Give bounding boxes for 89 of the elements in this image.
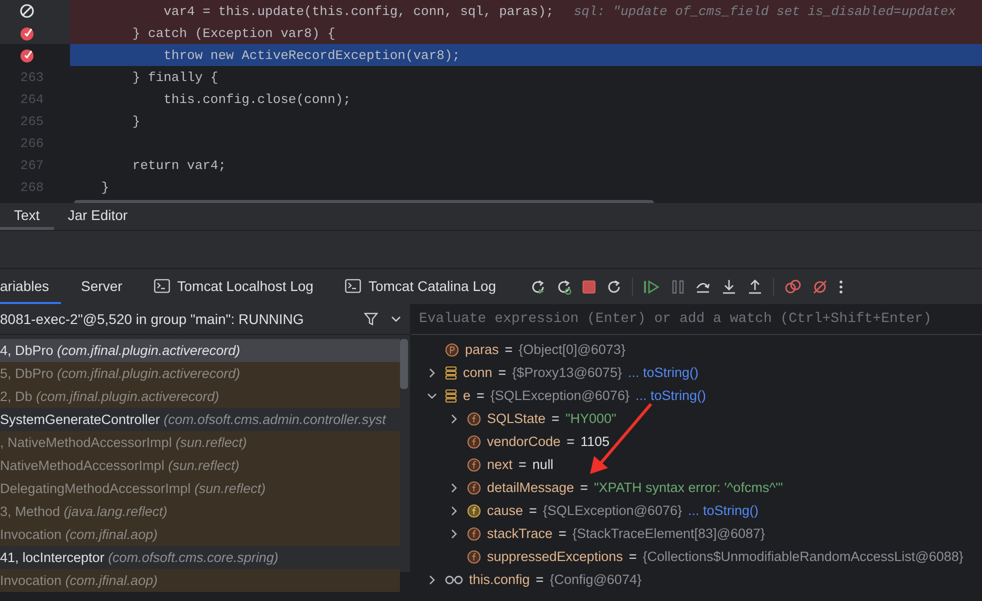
inline-value-hint: sql: "update of_cms_field set is_disabled=updatex xyxy=(574,4,956,18)
variable-value: {SQLException@6076} xyxy=(542,503,682,518)
variable-name: detailMessage xyxy=(487,480,574,495)
variable-name: SQLState xyxy=(487,411,546,426)
resume-icon[interactable] xyxy=(643,278,662,294)
equals-sign: = xyxy=(536,572,544,587)
to-string-link[interactable]: ... toString() xyxy=(688,503,759,518)
stack-frame[interactable]: DelegatingMethodAccessorImpl (sun.reflect) xyxy=(0,477,400,500)
equals-sign: = xyxy=(518,457,526,472)
stack-frame[interactable]: 5, DbPro (com.jfinal.plugin.activerecord) xyxy=(0,362,400,385)
stack-frame[interactable]: , NativeMethodAccessorImpl (sun.reflect) xyxy=(0,431,400,454)
filter-icon[interactable] xyxy=(364,312,378,326)
mute-breakpoints-icon[interactable] xyxy=(812,278,828,294)
rerun-debug-icon[interactable] xyxy=(556,278,572,294)
debug-tab[interactable]: Server xyxy=(69,269,134,304)
variable-name: vendorCode xyxy=(487,434,561,449)
rerun-icon[interactable] xyxy=(530,278,546,294)
variable-name: cause xyxy=(487,503,524,518)
stop-icon[interactable] xyxy=(582,280,596,294)
field-icon xyxy=(467,480,481,494)
stack-frame[interactable]: 4, DbPro (com.jfinal.plugin.activerecord) xyxy=(0,339,400,362)
field-icon xyxy=(467,504,481,518)
debug-tab[interactable]: Tomcat Catalina Log xyxy=(333,269,508,304)
variable-name: this.config xyxy=(469,572,530,587)
muted-breakpoint-icon[interactable] xyxy=(20,4,34,18)
to-string-link[interactable]: ... toString() xyxy=(628,365,698,380)
stack-frame[interactable]: 3, Method (java.lang.reflect) xyxy=(0,500,400,523)
terminal-icon xyxy=(345,278,362,292)
code-line: } xyxy=(131,114,140,128)
code-line: throw new ActiveRecordException(var8); xyxy=(162,48,460,62)
field-icon xyxy=(467,526,481,540)
step-into-icon[interactable] xyxy=(721,278,738,294)
variable-value: {$Proxy13@6075} xyxy=(512,365,622,380)
field-icon xyxy=(467,458,481,472)
variable-name: next xyxy=(487,457,513,472)
variable-name: paras xyxy=(465,342,499,357)
equals-sign: = xyxy=(566,434,574,449)
stack-frame[interactable]: Invocation (com.jfinal.aop) xyxy=(0,523,400,546)
breakpoint-icon[interactable] xyxy=(19,25,35,41)
thread-selector[interactable]: 8081-exec-2"@5,520 in group "main": RUNNING xyxy=(0,311,352,327)
variable-value: 1105 xyxy=(580,434,610,449)
variable-name: conn xyxy=(463,365,492,380)
scrollbar-thumb[interactable] xyxy=(400,339,408,389)
code-line: this.config.close(conn); xyxy=(162,92,351,106)
field-icon xyxy=(467,412,481,426)
variable-name: stackTrace xyxy=(487,526,553,541)
code-line: } xyxy=(100,180,110,194)
variable-value: {SQLException@6076} xyxy=(490,388,630,403)
debug-tab[interactable]: Tomcat Localhost Log xyxy=(142,269,326,304)
restart-icon[interactable] xyxy=(606,278,622,294)
code-line: return var4; xyxy=(131,158,226,172)
code-line: var4 = this.update(this.config, conn, sql, paras); xyxy=(162,4,554,18)
chevron-down-icon[interactable] xyxy=(390,315,402,323)
code-line: } finally { xyxy=(131,70,218,84)
field-icon xyxy=(467,550,481,564)
equals-sign: = xyxy=(476,388,484,403)
step-out-icon[interactable] xyxy=(747,278,764,294)
variable-value: {StackTraceElement[83]@6087} xyxy=(572,526,765,541)
equals-sign: = xyxy=(580,480,588,495)
variable-name: e xyxy=(463,388,471,403)
stack-icon xyxy=(445,388,457,402)
stack-icon xyxy=(445,366,457,380)
pause-icon[interactable] xyxy=(671,278,686,294)
equals-sign: = xyxy=(558,526,566,541)
equals-sign: = xyxy=(504,342,513,357)
glasses-icon xyxy=(445,574,463,584)
variable-value: "XPATH syntax error: '^ofcms^'" xyxy=(594,480,783,495)
breakpoints-icon[interactable] xyxy=(784,278,802,294)
to-string-link[interactable]: ... toString() xyxy=(635,388,706,403)
stack-frame[interactable]: Invocation (com.jfinal.aop) xyxy=(0,569,400,592)
variable-value: {Config@6074} xyxy=(550,572,642,587)
variable-name: suppressedExceptions xyxy=(487,549,623,564)
variable-value: {Collections$UnmodifiableRandomAccessList@6088} xyxy=(642,549,964,564)
equals-sign: = xyxy=(498,365,506,380)
field-icon xyxy=(467,434,481,448)
stack-frame[interactable]: 2, Db (com.jfinal.plugin.activerecord) xyxy=(0,385,400,408)
variable-value: "HY000" xyxy=(565,411,616,426)
equals-sign: = xyxy=(552,411,560,426)
variable-value: {Object[0]@6073} xyxy=(518,342,626,357)
equals-sign: = xyxy=(529,503,537,518)
editor-tab[interactable]: Jar Editor xyxy=(54,203,142,230)
terminal-icon xyxy=(154,278,170,292)
equals-sign: = xyxy=(628,549,637,564)
more-icon[interactable] xyxy=(838,278,844,294)
stack-frame[interactable]: NativeMethodAccessorImpl (sun.reflect) xyxy=(0,454,400,477)
breakpoint-icon[interactable] xyxy=(19,47,35,63)
parameter-icon xyxy=(445,342,459,356)
code-line: } catch (Exception var8) { xyxy=(131,26,336,40)
variable-value: null xyxy=(532,457,554,472)
